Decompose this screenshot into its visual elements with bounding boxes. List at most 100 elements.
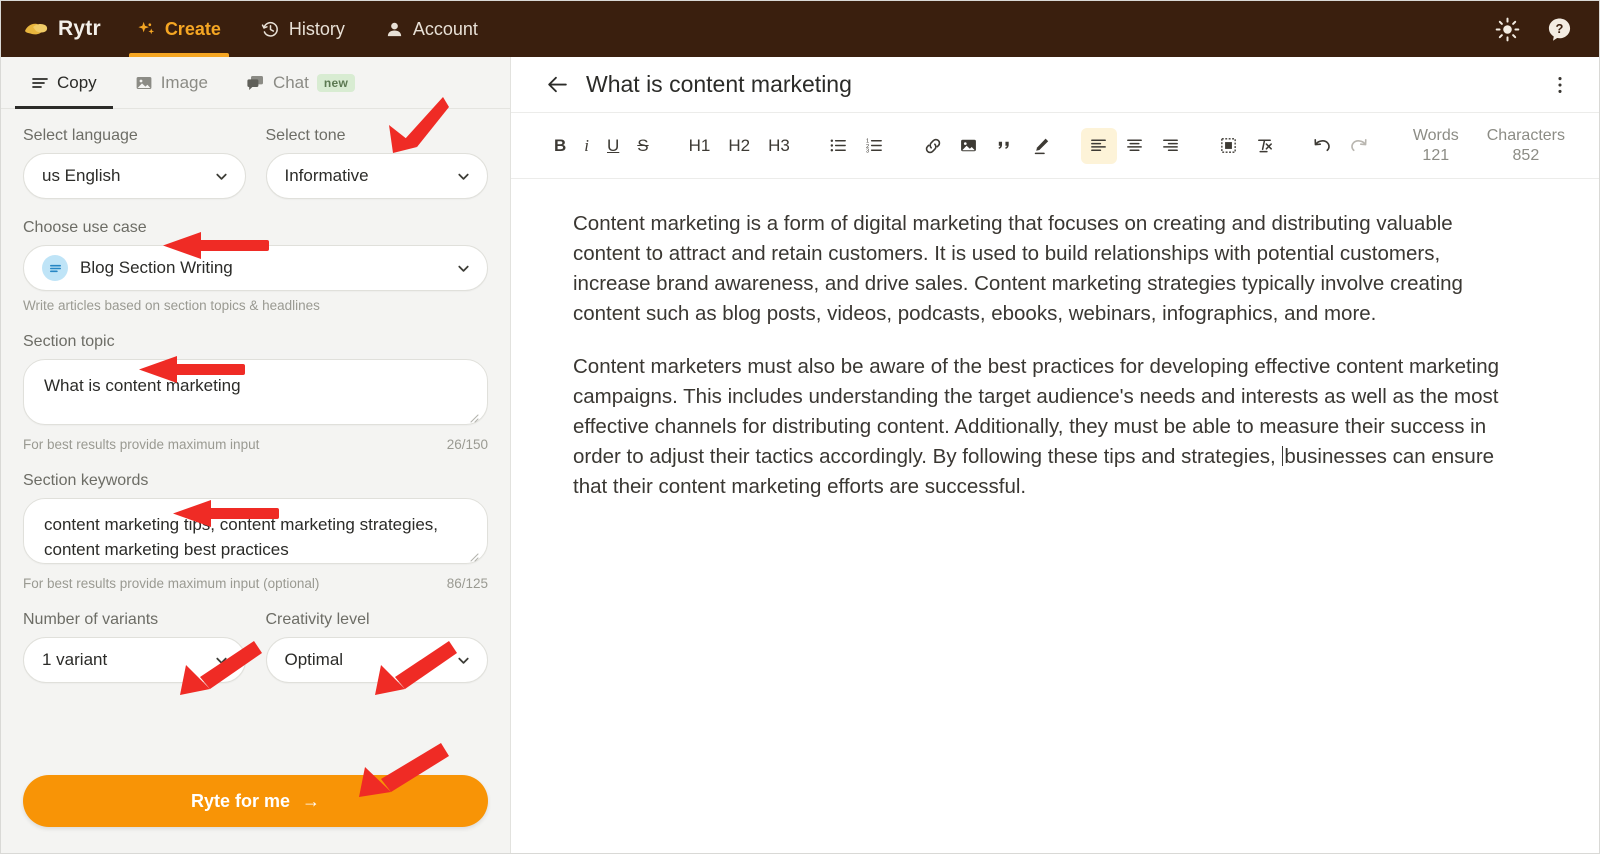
generation-form: Select language us English Select tone I… <box>1 109 510 749</box>
chevron-down-icon <box>458 265 469 272</box>
insert-link-button[interactable] <box>915 128 951 164</box>
nav-item-create-label: Create <box>164 18 221 39</box>
align-left-button[interactable] <box>1080 127 1117 164</box>
undo-button[interactable] <box>1305 128 1341 164</box>
creativity-value: Optimal <box>284 650 344 669</box>
tab-chat-label: Chat <box>272 72 309 92</box>
section-topic-label: Section topic <box>23 333 115 350</box>
ryte-for-me-button[interactable]: Ryte for me → <box>23 775 488 827</box>
chevron-down-icon <box>215 173 227 180</box>
section-keywords-counter: 86/125 <box>446 576 488 591</box>
blog-section-icon <box>42 255 68 281</box>
highlight-pen-button[interactable] <box>1023 128 1059 164</box>
section-keywords-input-wrap <box>23 498 488 569</box>
nav-item-history[interactable]: History <box>241 1 365 57</box>
tone-value: Informative <box>284 166 369 185</box>
use-case-value: Blog Section Writing <box>80 258 233 277</box>
lines-icon <box>32 77 48 88</box>
creativity-select[interactable]: Optimal <box>265 637 488 683</box>
sparkle-icon <box>138 21 154 34</box>
kebab-menu-icon[interactable] <box>1549 74 1571 96</box>
variants-field: Number of variants 1 variant <box>23 611 246 683</box>
language-select[interactable]: us English <box>23 153 246 199</box>
bold-button[interactable]: B <box>545 128 575 164</box>
section-topic-counter: 26/150 <box>446 437 488 452</box>
tone-select[interactable]: Informative <box>265 153 488 199</box>
variants-label: Number of variants <box>23 611 159 628</box>
help-question-icon[interactable]: ? <box>1546 16 1573 43</box>
section-topic-input[interactable] <box>23 359 488 425</box>
strikethrough-button[interactable]: S <box>628 128 657 164</box>
document-title: What is content marketing <box>586 71 852 97</box>
nav-item-create[interactable]: Create <box>117 1 241 57</box>
heading-3-button[interactable]: H3 <box>759 128 799 164</box>
section-topic-helper: For best results provide maximum input <box>23 437 260 452</box>
italic-button[interactable]: i <box>575 128 598 164</box>
clock-history-icon <box>261 21 278 37</box>
variants-creativity-row: Number of variants 1 variant Creativity … <box>23 611 488 683</box>
content-type-tabs: Copy Image Chat new <box>1 57 510 109</box>
tab-image[interactable]: Image <box>119 57 224 109</box>
tab-copy-label: Copy <box>57 72 97 92</box>
underline-button[interactable]: U <box>598 128 628 164</box>
words-counter: Words 121 <box>1413 126 1459 166</box>
numbered-list-button[interactable]: 123 <box>857 128 893 164</box>
use-case-label: Choose use case <box>23 219 147 236</box>
language-field: Select language us English <box>23 127 246 199</box>
section-keywords-input[interactable] <box>23 498 488 564</box>
picture-icon <box>136 76 152 89</box>
person-icon <box>387 22 402 36</box>
nav-item-account-label: Account <box>412 18 478 39</box>
rytr-app-window: Rytr Create History Account ? Copy Image… <box>0 0 1600 854</box>
align-left-icon <box>1091 139 1107 152</box>
language-tone-row: Select language us English Select tone I… <box>23 127 488 199</box>
tab-chat[interactable]: Chat new <box>230 57 371 109</box>
back-arrow-icon[interactable] <box>545 72 570 97</box>
editor-toolbar: B i U S H1 H2 H3 1 2 3 Words 121 Charact… <box>511 113 1599 179</box>
clear-format-icon <box>1258 139 1273 153</box>
bulleted-list-icon <box>830 139 847 152</box>
chevron-down-icon <box>215 657 227 664</box>
section-keywords-helper-row: For best results provide maximum input (… <box>23 576 488 591</box>
brand-logo[interactable]: Rytr <box>19 1 117 57</box>
variants-value: 1 variant <box>42 650 108 669</box>
heading-1-button[interactable]: H1 <box>680 128 720 164</box>
nav-item-history-label: History <box>288 18 345 39</box>
chevron-down-icon <box>458 657 469 664</box>
align-center-button[interactable] <box>1117 128 1153 164</box>
top-navigation-bar: Rytr Create History Account ? <box>1 1 1599 57</box>
insert-image-button[interactable] <box>951 128 987 164</box>
section-keywords-field: Section keywords For best results provid… <box>23 472 488 591</box>
words-value: 121 <box>1422 146 1450 164</box>
tone-label: Select tone <box>265 127 346 144</box>
table-icon <box>1221 138 1237 153</box>
paragraph-1: Content marketing is a form of digital m… <box>573 212 1463 326</box>
section-topic-helper-row: For best results provide maximum input 2… <box>23 437 488 452</box>
document-content[interactable]: Content marketing is a form of digital m… <box>511 179 1599 853</box>
section-keywords-helper: For best results provide maximum input (… <box>23 576 320 591</box>
variants-select[interactable]: 1 variant <box>23 637 246 683</box>
quote-icon <box>998 141 1010 149</box>
sun-theme-icon[interactable] <box>1495 17 1520 42</box>
align-right-button[interactable] <box>1153 128 1189 164</box>
redo-button[interactable] <box>1341 128 1377 164</box>
use-case-field: Choose use case Blog Section Writing Wri… <box>23 219 488 313</box>
clear-format-button[interactable] <box>1247 128 1283 164</box>
section-topic-field: Section topic For best results provide m… <box>23 333 488 452</box>
nav-item-account[interactable]: Account <box>365 1 498 57</box>
rytr-logo-icon <box>25 23 48 35</box>
blockquote-button[interactable] <box>987 128 1023 164</box>
chat-bubble-icon <box>247 75 263 90</box>
language-label: Select language <box>23 127 138 144</box>
heading-2-button[interactable]: H2 <box>719 128 759 164</box>
tab-copy[interactable]: Copy <box>15 57 113 109</box>
bulleted-list-button[interactable] <box>821 128 857 164</box>
insert-table-button[interactable] <box>1211 128 1247 164</box>
section-topic-input-wrap <box>23 359 488 430</box>
use-case-select[interactable]: Blog Section Writing <box>23 245 488 291</box>
numbered-list-icon: 123 <box>866 139 883 155</box>
section-keywords-label: Section keywords <box>23 472 149 489</box>
editor-header: What is content marketing <box>511 57 1599 113</box>
link-icon <box>925 138 941 153</box>
use-case-helper: Write articles based on section topics &… <box>23 298 320 313</box>
